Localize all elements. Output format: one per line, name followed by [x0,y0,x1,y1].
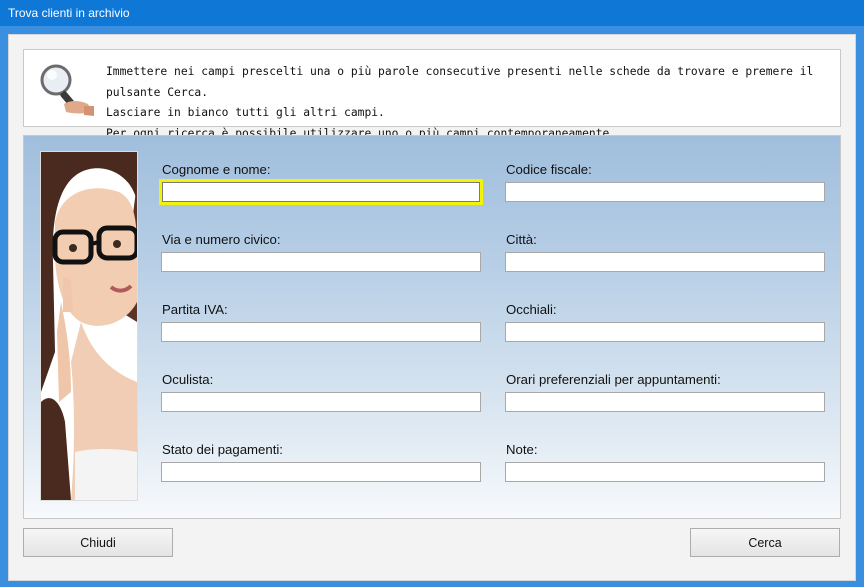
woman-with-glasses-picture [41,152,137,500]
search-button[interactable]: Cerca [690,528,840,557]
occhiali-input[interactable] [505,322,825,342]
window-title: Trova clienti in archivio [8,6,130,20]
label-citta: Città: [506,232,537,247]
label-oculista: Oculista: [162,372,214,387]
label-note: Note: [506,442,538,457]
via-input[interactable] [161,252,481,272]
cognome-nome-input[interactable] [162,182,480,202]
label-orari: Orari preferenziali per appuntamenti: [506,372,721,387]
info-line: Lasciare in bianco tutti gli altri campi… [106,106,385,119]
label-cognome-nome: Cognome e nome: [162,162,271,177]
partita-iva-input[interactable] [161,322,481,342]
stato-pagamenti-input[interactable] [161,462,481,482]
citta-input[interactable] [505,252,825,272]
label-codice-fiscale: Codice fiscale: [506,162,592,177]
title-bar: Trova clienti in archivio [0,0,864,26]
window-frame: Immettere nei campi prescelti una o più … [0,26,864,587]
magnifier-hand-icon [40,64,94,116]
portrait-image [40,151,138,501]
info-text: Immettere nei campi prescelti una o più … [106,62,840,144]
note-input[interactable] [505,462,825,482]
label-stato-pagamenti: Stato dei pagamenti: [162,442,283,457]
info-panel: Immettere nei campi prescelti una o più … [23,49,841,140]
label-partita-iva: Partita IVA: [162,302,228,317]
oculista-input[interactable] [161,392,481,412]
close-button[interactable]: Chiudi [23,528,173,557]
label-via: Via e numero civico: [162,232,281,247]
orari-input[interactable] [505,392,825,412]
dialog-body: Immettere nei campi prescelti una o più … [8,34,856,581]
codice-fiscale-input[interactable] [505,182,825,202]
label-occhiali: Occhiali: [506,302,557,317]
search-form: Cognome e nome: Codice fiscale: Via e nu… [23,135,841,519]
info-line: Immettere nei campi prescelti una o più … [106,65,814,99]
